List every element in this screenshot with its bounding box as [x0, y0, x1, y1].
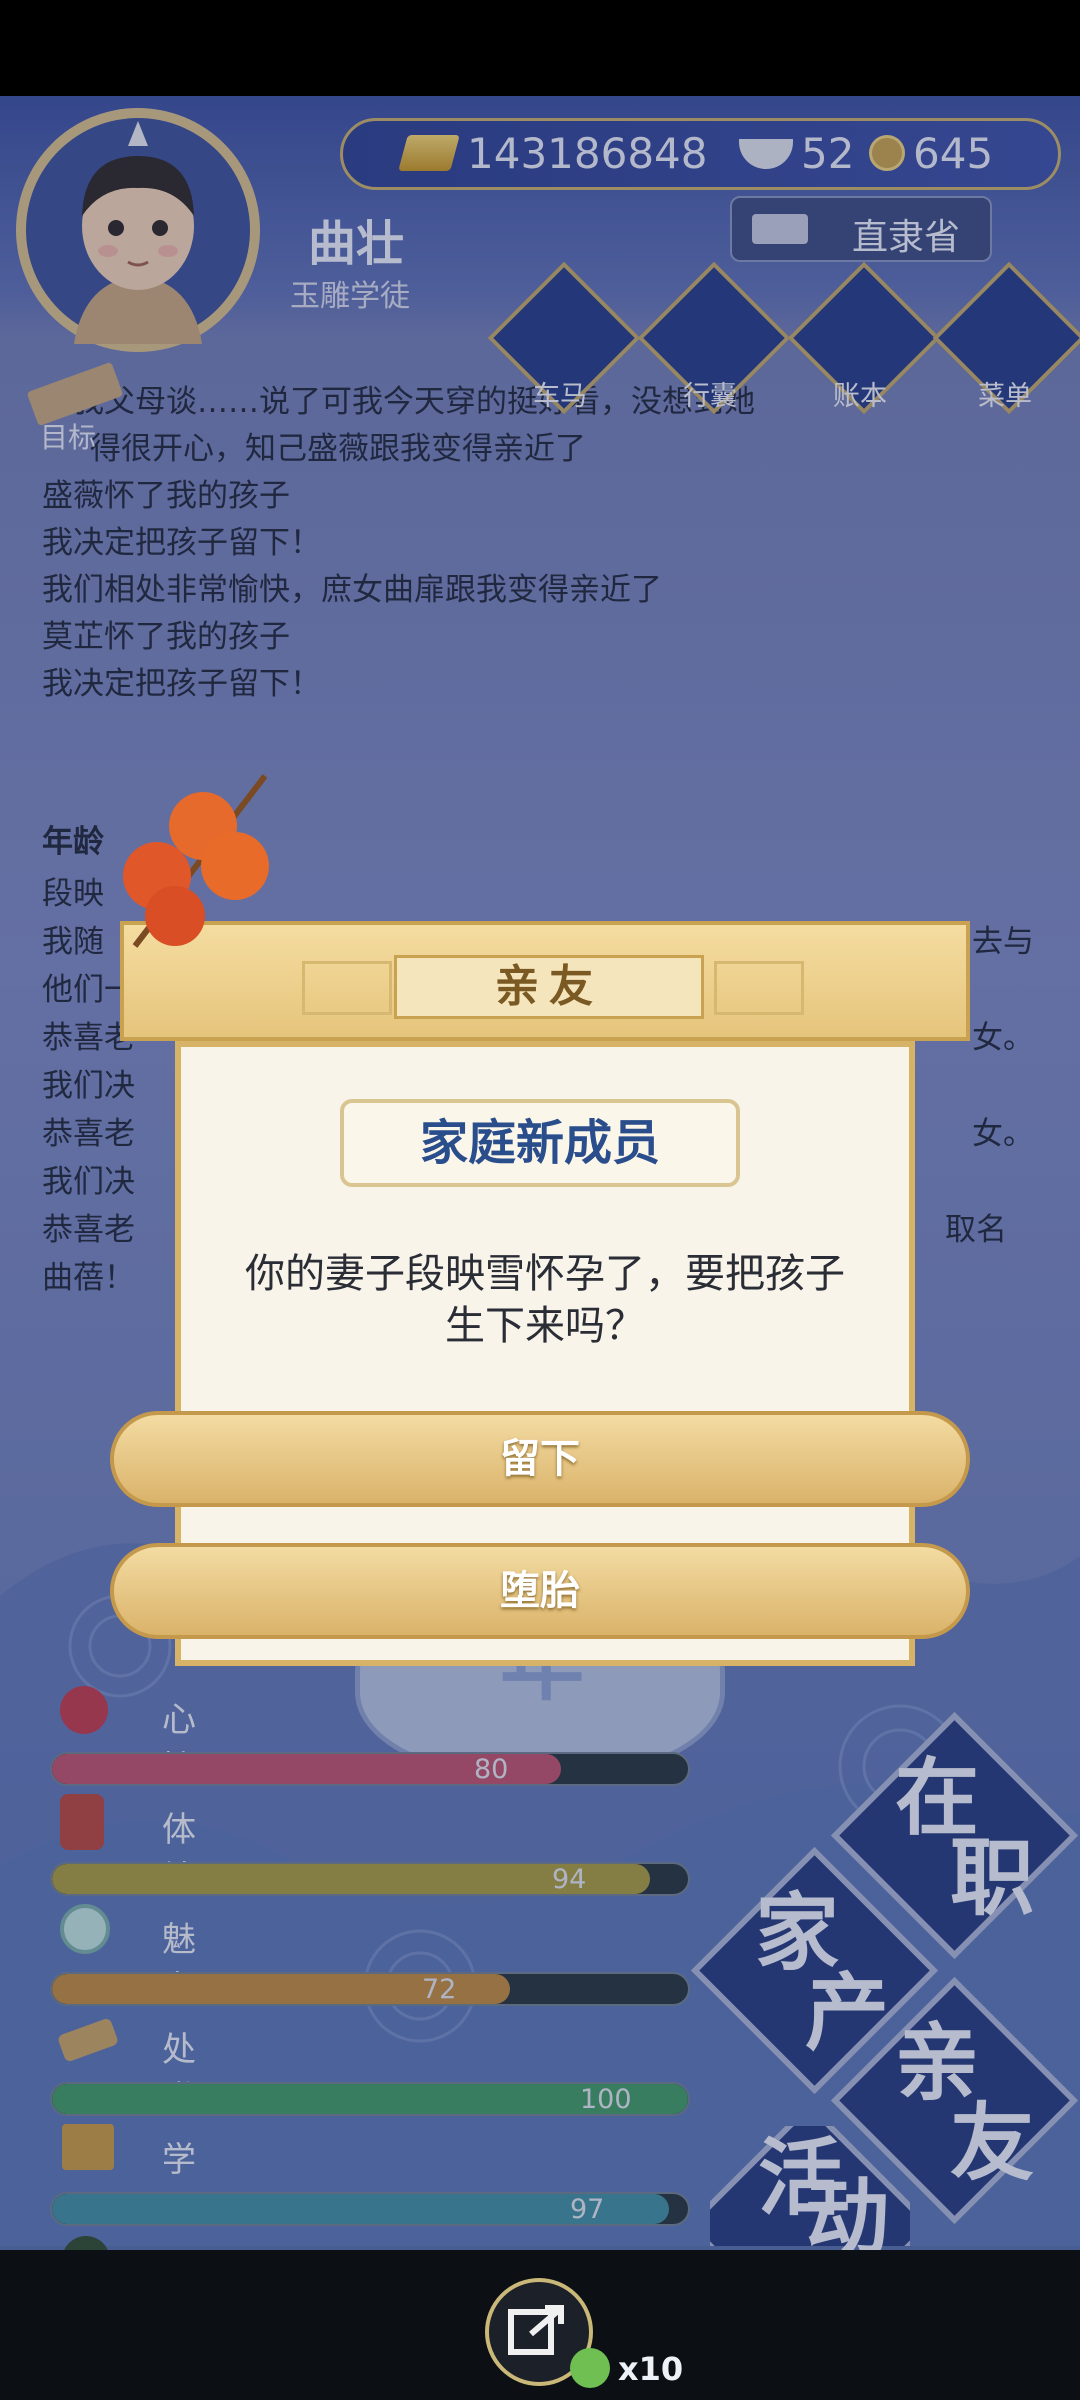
tanghulu-icon	[123, 774, 269, 948]
share-multiplier: x10	[618, 2350, 684, 2388]
status-bar	[0, 0, 1080, 96]
dialog-tab: 亲友	[394, 955, 704, 1019]
banner-ornament	[302, 961, 392, 1015]
dialog-message-line: 生下来吗？	[445, 1303, 645, 1349]
banner-ornament	[714, 961, 804, 1015]
dialog-message-line: 你的妻子段映雪怀孕了，要把孩子	[245, 1251, 845, 1297]
keep-button[interactable]: 留下	[110, 1411, 970, 1507]
jade-token-icon	[570, 2348, 610, 2388]
abort-button[interactable]: 堕胎	[110, 1543, 970, 1639]
bottom-bar: x10	[0, 2250, 1080, 2400]
game-screen: 跟我父母谈……说了可我今天穿的挺好看，没想到她 得很开心，知己盛薇跟我变得亲近了…	[0, 96, 1080, 2250]
dialog-title: 家庭新成员	[340, 1099, 740, 1187]
family-dialog: 亲友 家庭新成员 你的妻子段映雪怀孕了，要把孩子 生下来吗？ 留下 堕胎	[110, 921, 970, 1676]
